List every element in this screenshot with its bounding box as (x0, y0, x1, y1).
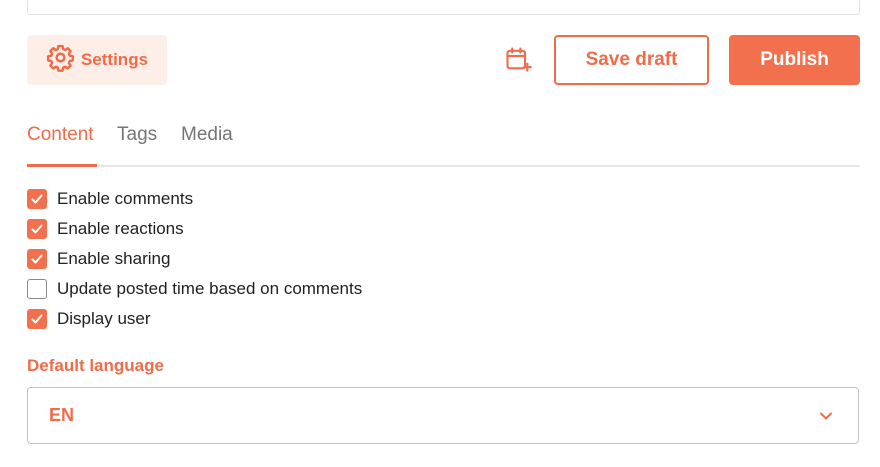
checkbox-checked[interactable] (27, 249, 47, 269)
calendar-plus-icon (504, 45, 532, 78)
option-label: Enable reactions (57, 219, 184, 238)
default-language-select[interactable]: EN (27, 387, 859, 444)
settings-label: Settings (80, 50, 149, 69)
content-options: Enable comments Enable reactions Enable … (27, 184, 627, 334)
default-language-label: Default language (27, 356, 164, 375)
publish-button[interactable]: Publish (729, 35, 860, 85)
option-label: Enable comments (57, 189, 194, 208)
tab-media[interactable]: Media (181, 124, 233, 165)
option-update-posted-time[interactable]: Update posted time based on comments (27, 274, 627, 304)
gear-icon (46, 43, 75, 77)
option-label: Display user (57, 309, 151, 328)
option-label: Enable sharing (57, 249, 171, 268)
option-enable-reactions[interactable]: Enable reactions (27, 214, 627, 244)
checkbox-checked[interactable] (27, 189, 47, 209)
tab-bar: Content Tags Media (27, 112, 860, 167)
post-editor: Settings Save draft Publish Content Tags… (0, 0, 880, 467)
settings-button[interactable]: Settings (27, 35, 167, 85)
checkbox-unchecked[interactable] (27, 279, 47, 299)
checkbox-checked[interactable] (27, 219, 47, 239)
option-enable-sharing[interactable]: Enable sharing (27, 244, 627, 274)
editor-card-edge (27, 0, 860, 15)
option-label: Update posted time based on comments (57, 279, 363, 298)
save-draft-button[interactable]: Save draft (554, 35, 709, 85)
option-enable-comments[interactable]: Enable comments (27, 184, 627, 214)
checkbox-checked[interactable] (27, 309, 47, 329)
selected-language: EN (49, 405, 75, 425)
tab-tags[interactable]: Tags (117, 124, 157, 165)
tab-content[interactable]: Content (27, 124, 97, 167)
schedule-button[interactable] (503, 46, 533, 76)
option-display-user[interactable]: Display user (27, 304, 627, 334)
